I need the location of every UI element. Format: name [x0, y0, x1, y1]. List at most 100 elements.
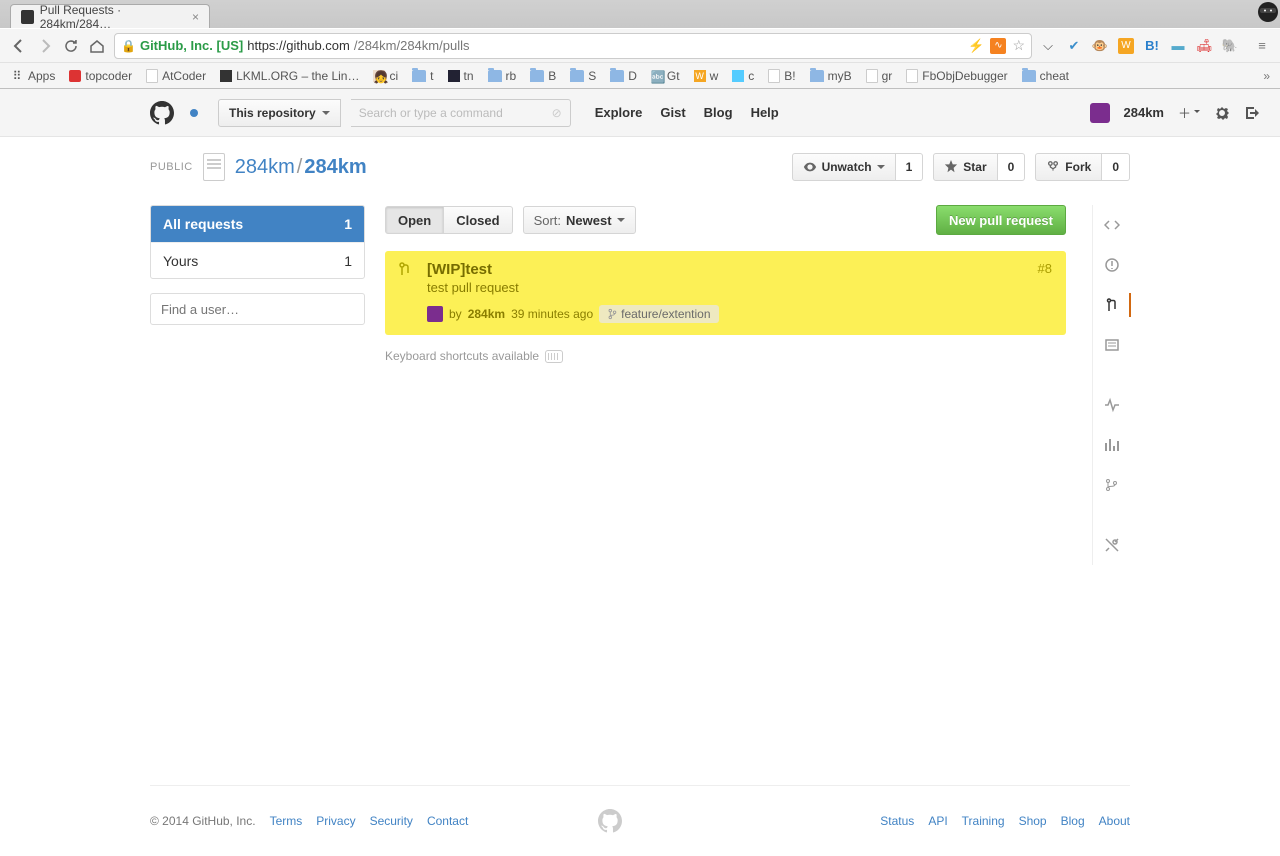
star-count[interactable]: 0: [998, 153, 1026, 181]
sidenav-code[interactable]: [1093, 205, 1130, 245]
footer-link[interactable]: Shop: [1019, 814, 1047, 828]
footer-link[interactable]: Privacy: [316, 814, 355, 828]
sidenav-pull-requests[interactable]: [1093, 285, 1130, 325]
forward-button[interactable]: [36, 37, 54, 55]
nav-help[interactable]: Help: [751, 105, 779, 120]
caret-down-icon: [617, 218, 625, 226]
pr-title[interactable]: [WIP]test: [427, 261, 1052, 278]
rss-icon[interactable]: ∿: [990, 38, 1006, 54]
back-button[interactable]: [10, 37, 28, 55]
address-bar[interactable]: 🔒 GitHub, Inc. [US] https://github.com/2…: [114, 33, 1032, 59]
sidenav-network[interactable]: [1093, 465, 1130, 505]
bookmark-item[interactable]: 👧ci: [373, 69, 398, 83]
footer-link[interactable]: Blog: [1061, 814, 1085, 828]
ext-icon[interactable]: 🛋: [1196, 38, 1212, 54]
evernote-icon[interactable]: 🐘: [1222, 38, 1238, 54]
repo-visibility: public: [150, 161, 193, 173]
repo-name-link[interactable]: 284km: [304, 156, 366, 178]
search-input[interactable]: Search or type a command⊘: [351, 99, 571, 127]
fork-count[interactable]: 0: [1102, 153, 1130, 181]
ninja-corner-icon: [1244, 0, 1280, 34]
bookmark-item[interactable]: Ww: [694, 69, 719, 83]
omnibox-right: ⚡ ∿ ☆: [968, 37, 1025, 54]
nav-gist[interactable]: Gist: [660, 105, 685, 120]
watch-count[interactable]: 1: [896, 153, 924, 181]
settings-icon[interactable]: [1214, 105, 1230, 121]
ext-icon[interactable]: 🐵: [1092, 38, 1108, 54]
ext-icon[interactable]: W: [1118, 38, 1134, 54]
bookmark-item[interactable]: t: [412, 69, 433, 83]
search-scope-dropdown[interactable]: This repository: [218, 99, 341, 127]
url-host: https://github.com: [247, 38, 350, 53]
footer-link[interactable]: Contact: [427, 814, 468, 828]
footer-link[interactable]: Security: [370, 814, 413, 828]
lock-icon: 🔒: [121, 39, 136, 53]
bookmark-item[interactable]: rb: [488, 69, 517, 83]
bookmark-star-icon[interactable]: ☆: [1012, 37, 1025, 54]
bookmark-item[interactable]: 🔤Gt: [651, 69, 680, 83]
footer-link[interactable]: About: [1099, 814, 1130, 828]
bookmark-item[interactable]: c: [732, 69, 754, 83]
pr-author-link[interactable]: 284km: [468, 307, 505, 321]
unwatch-button[interactable]: Unwatch: [792, 153, 896, 181]
nav-explore[interactable]: Explore: [595, 105, 643, 120]
author-avatar-icon[interactable]: [427, 306, 443, 322]
ext-icon[interactable]: ▬: [1170, 38, 1186, 54]
filter-yours[interactable]: Yours1: [151, 242, 364, 278]
bookmark-item[interactable]: topcoder: [69, 69, 132, 83]
ext-icon[interactable]: ✔: [1066, 38, 1082, 54]
github-mark-icon[interactable]: [598, 809, 622, 833]
create-new-dropdown[interactable]: ＋: [1178, 103, 1200, 122]
browser-tab[interactable]: Pull Requests · 284km/284… ×: [10, 4, 210, 28]
bookmark-item[interactable]: LKML.ORG – the Lin…: [220, 69, 359, 83]
signout-icon[interactable]: [1244, 105, 1260, 121]
pr-list-item[interactable]: #8 [WIP]test test pull request by 284km …: [385, 251, 1066, 335]
slash-key-icon: ⊘: [552, 106, 562, 120]
bookmark-item[interactable]: AtCoder: [146, 69, 206, 83]
new-pull-request-button[interactable]: New pull request: [936, 205, 1066, 235]
sidenav-wiki[interactable]: [1093, 325, 1130, 365]
bookmark-item[interactable]: B!: [768, 69, 795, 83]
bookmark-overflow-icon[interactable]: »: [1263, 69, 1270, 83]
home-button[interactable]: [88, 37, 106, 55]
close-tab-icon[interactable]: ×: [192, 11, 199, 23]
repo-owner-link[interactable]: 284km: [235, 156, 295, 178]
keyboard-icon: [545, 350, 563, 363]
keyboard-shortcuts-hint[interactable]: Keyboard shortcuts available: [385, 349, 1066, 363]
user-avatar-icon[interactable]: [1090, 103, 1110, 123]
sidenav-graphs[interactable]: [1093, 425, 1130, 465]
github-logo-icon[interactable]: [150, 101, 174, 125]
bookmark-item[interactable]: gr: [866, 69, 893, 83]
sidenav-settings[interactable]: [1093, 525, 1130, 565]
star-button[interactable]: Star: [933, 153, 997, 181]
fork-button[interactable]: Fork: [1035, 153, 1102, 181]
bolt-icon[interactable]: ⚡: [968, 38, 984, 54]
bookmark-item[interactable]: D: [610, 69, 637, 83]
reload-button[interactable]: [62, 37, 80, 55]
filter-all-requests[interactable]: All requests1: [151, 206, 364, 242]
sort-dropdown[interactable]: Sort: Newest: [523, 206, 636, 234]
find-user-input[interactable]: [150, 293, 365, 325]
state-closed-button[interactable]: Closed: [444, 206, 512, 234]
footer-link[interactable]: Training: [962, 814, 1005, 828]
footer-link[interactable]: Terms: [270, 814, 303, 828]
ext-icon[interactable]: B!: [1144, 38, 1160, 54]
bookmark-item[interactable]: B: [530, 69, 556, 83]
bookmark-item[interactable]: myB: [810, 69, 852, 83]
bookmark-item[interactable]: ⠿Apps: [10, 69, 55, 83]
bookmark-item[interactable]: FbObjDebugger: [906, 69, 1007, 83]
sidenav-pulse[interactable]: [1093, 385, 1130, 425]
username-link[interactable]: 284km: [1124, 105, 1164, 120]
notification-indicator-icon[interactable]: [190, 109, 198, 117]
pocket-icon[interactable]: ⌵: [1040, 38, 1056, 54]
pr-branch-ref[interactable]: feature/extention: [599, 305, 718, 323]
bookmark-item[interactable]: S: [570, 69, 596, 83]
nav-blog[interactable]: Blog: [704, 105, 733, 120]
footer-link[interactable]: API: [928, 814, 947, 828]
sidenav-issues[interactable]: [1093, 245, 1130, 285]
chrome-menu-icon[interactable]: ≡: [1254, 38, 1270, 54]
bookmark-item[interactable]: cheat: [1022, 69, 1069, 83]
state-open-button[interactable]: Open: [385, 206, 444, 234]
footer-link[interactable]: Status: [880, 814, 914, 828]
bookmark-item[interactable]: tn: [448, 69, 474, 83]
